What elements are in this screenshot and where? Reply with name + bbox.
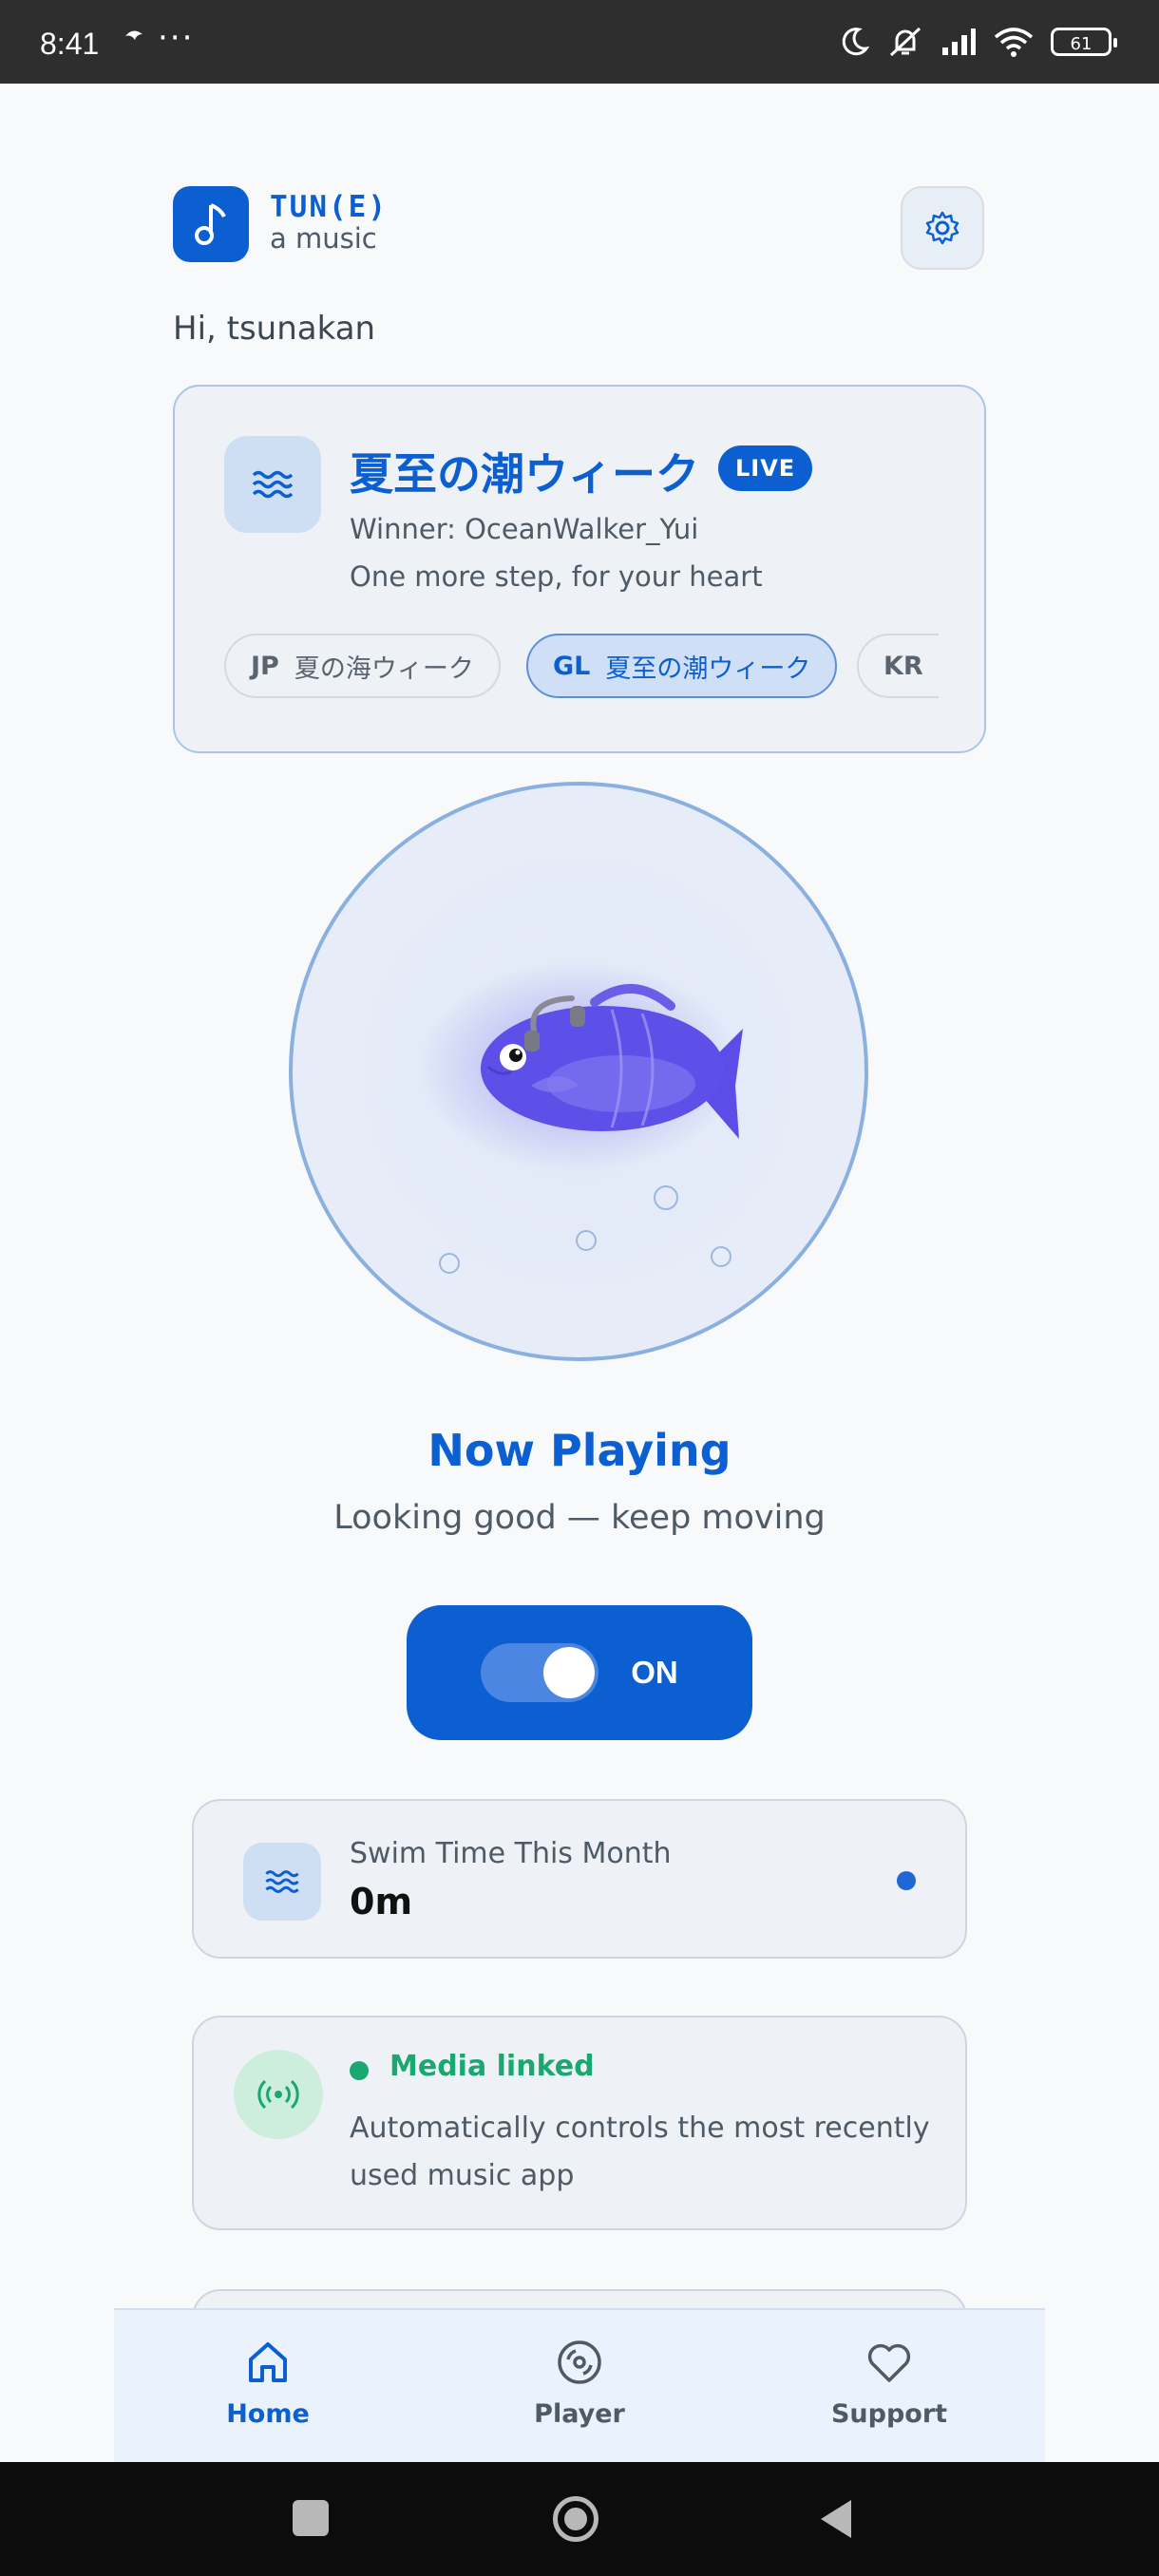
live-badge: LIVE (718, 445, 813, 491)
linked-status-dot (350, 2061, 369, 2080)
chip-code: JP (251, 651, 279, 681)
nav-support[interactable]: Support (794, 2339, 984, 2429)
region-chips: JP 夏の海ウィーク GL 夏至の潮ウィーク KR 여 (224, 634, 939, 702)
more-notifications-icon: ··· (158, 19, 195, 57)
gear-icon (925, 211, 960, 245)
chip-gl[interactable]: GL 夏至の潮ウィーク (526, 634, 838, 698)
swim-time-value: 0m (350, 1881, 413, 1923)
nav-label: Player (534, 2399, 625, 2429)
dnd-moon-icon (842, 28, 870, 56)
toggle-knob (543, 1647, 596, 1698)
now-playing-title: Now Playing (428, 1425, 732, 1476)
bubble (654, 1185, 678, 1210)
bubble (711, 1246, 732, 1267)
chip-jp[interactable]: JP 夏の海ウィーク (224, 634, 501, 698)
media-icon-tile (234, 2050, 323, 2139)
now-playing-subtitle: Looking good — keep moving (333, 1499, 826, 1537)
event-card[interactable]: 夏至の潮ウィーク LIVE Winner: OceanWalker_Yui On… (173, 385, 986, 753)
recents-button[interactable] (293, 2500, 329, 2536)
bubble (439, 1253, 460, 1274)
event-winner: Winner: OceanWalker_Yui (350, 513, 699, 545)
home-system-button[interactable] (553, 2496, 598, 2542)
bubble (576, 1230, 597, 1251)
status-bar: 8:41 ··· 61 (0, 0, 1159, 84)
playback-toggle-button[interactable]: ON (407, 1605, 752, 1740)
broadcast-icon (257, 2079, 299, 2110)
nav-home[interactable]: Home (173, 2339, 363, 2429)
fish-illustration (417, 962, 743, 1171)
chip-label: 夏の海ウィーク (294, 653, 474, 684)
greeting: Hi, tsunakan (173, 310, 376, 348)
app-brand-subtitle: a music (270, 222, 377, 255)
system-navigation-bar (0, 2462, 1159, 2576)
toggle-state-label: ON (631, 1655, 678, 1690)
app-brand: TUN(E) (270, 190, 388, 224)
nav-label: Support (830, 2399, 948, 2429)
chip-code: KR (884, 651, 923, 681)
chip-label: 夏至の潮ウィーク (605, 653, 811, 684)
chip-kr[interactable]: KR 여 (857, 634, 939, 698)
waves-icon (252, 470, 294, 499)
event-tagline: One more step, for your heart (350, 560, 763, 593)
chip-code: GL (553, 651, 591, 681)
home-icon (249, 2342, 287, 2382)
muted-bell-icon (889, 27, 922, 57)
music-note-icon (195, 203, 226, 245)
fish-visualizer[interactable] (289, 782, 868, 1361)
waves-icon (265, 1870, 299, 1893)
swim-icon-tile (243, 1843, 321, 1921)
wifi-icon (994, 28, 1034, 57)
toggle-switch[interactable] (481, 1643, 599, 1702)
settings-button[interactable] (901, 186, 984, 270)
nav-player[interactable]: Player (484, 2339, 674, 2429)
nav-label: Home (226, 2399, 310, 2429)
heart-icon (867, 2343, 911, 2382)
event-icon-tile (224, 436, 321, 533)
notification-icon (120, 23, 148, 55)
bottom-navigation: Home Player Support (114, 2308, 1045, 2462)
disc-icon (558, 2340, 601, 2384)
media-link-card[interactable]: Media linked Automatically controls the … (192, 2016, 967, 2230)
status-time: 8:41 (40, 27, 100, 61)
app-logo (173, 186, 249, 262)
system-icons: 61 (838, 25, 1117, 59)
back-button[interactable] (817, 2498, 855, 2540)
battery-icon: 61 (1051, 28, 1117, 56)
swim-time-label: Swim Time This Month (350, 1837, 672, 1870)
signal-icon (942, 28, 976, 55)
media-description: Automatically controls the most recently… (350, 2112, 930, 2192)
media-status: Media linked (390, 2050, 595, 2083)
swim-time-card[interactable]: Swim Time This Month 0m (192, 1799, 967, 1959)
event-title: 夏至の潮ウィーク (350, 448, 699, 500)
status-dot (897, 1871, 916, 1890)
